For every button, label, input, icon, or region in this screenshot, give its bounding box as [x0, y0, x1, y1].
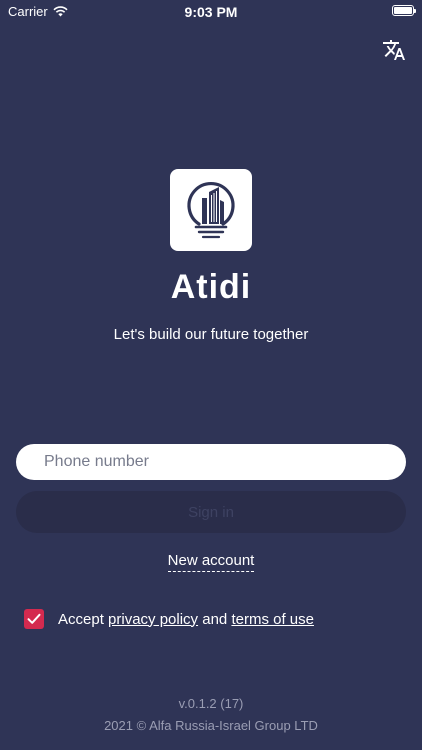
- new-account-link[interactable]: New account: [0, 552, 422, 572]
- app-logo: [170, 169, 252, 251]
- sign-in-button[interactable]: Sign in: [16, 491, 406, 533]
- app-title: Atidi: [170, 268, 252, 306]
- accept-terms-row: Accept privacy policy and terms of use: [24, 607, 314, 631]
- checkmark-icon: [27, 613, 41, 624]
- accept-terms-text: Accept privacy policy and terms of use: [58, 611, 314, 628]
- privacy-policy-link[interactable]: privacy policy: [108, 611, 198, 628]
- status-bar: Carrier 9:03 PM: [0, 0, 422, 24]
- sign-in-label: Sign in: [188, 503, 234, 521]
- accept-conjunction: and: [202, 610, 228, 628]
- copyright-text: 2021 © Alfa Russia-Israel Group LTD: [104, 718, 318, 733]
- terms-of-use-link[interactable]: terms of use: [231, 611, 314, 628]
- phone-number-input[interactable]: [16, 444, 406, 480]
- battery-icon: [392, 5, 416, 16]
- accept-prefix: Accept: [58, 610, 104, 628]
- translate-button[interactable]: [380, 36, 408, 64]
- app-version: v.0.1.2 (17): [178, 696, 244, 711]
- status-time: 9:03 PM: [184, 4, 238, 20]
- accept-terms-checkbox[interactable]: [24, 609, 44, 629]
- app-tagline: Let's build our future together: [113, 326, 309, 343]
- app-logo-icon: [187, 182, 235, 239]
- new-account-label: New account: [167, 552, 255, 572]
- translate-icon: [383, 40, 405, 60]
